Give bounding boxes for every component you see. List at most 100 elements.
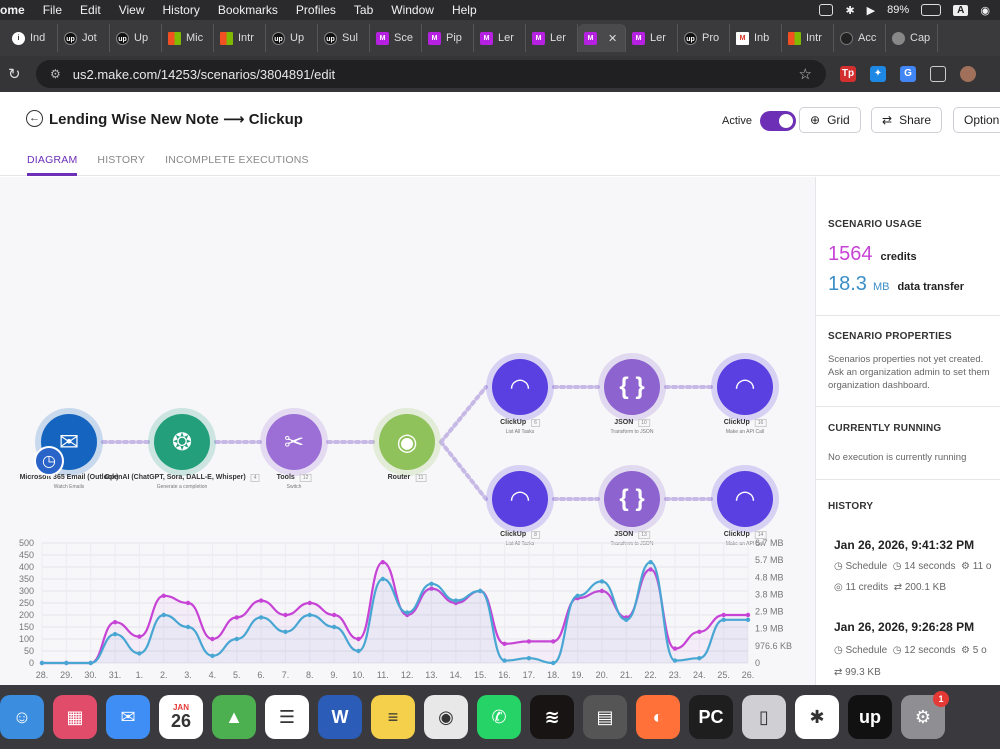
series-point[interactable]: [599, 579, 605, 584]
menu-profiles[interactable]: Profiles: [287, 3, 345, 17]
series-point[interactable]: [380, 576, 386, 582]
series-point[interactable]: [551, 660, 556, 666]
series-point[interactable]: [404, 610, 410, 615]
dock-pycharm-icon[interactable]: PC: [689, 695, 733, 739]
profile-avatar[interactable]: [960, 66, 976, 82]
module-json[interactable]: { }: [604, 471, 660, 527]
browser-tab[interactable]: Intr: [214, 24, 266, 52]
browser-tab[interactable]: M Ler: [626, 24, 678, 52]
app-name[interactable]: ome: [0, 3, 34, 17]
browser-tab[interactable]: Cap: [886, 24, 938, 52]
series-point[interactable]: [331, 624, 337, 630]
module-clickup[interactable]: ◠: [492, 471, 548, 527]
back-arrow-icon[interactable]: ←: [26, 110, 43, 127]
dock-spotify-icon[interactable]: ≋: [530, 695, 574, 739]
dock-reminders-icon[interactable]: ☰: [265, 695, 309, 739]
dock-calendar-icon[interactable]: JAN 26: [159, 695, 203, 739]
series-point[interactable]: [112, 632, 118, 637]
browser-tab[interactable]: up Jot: [58, 24, 110, 52]
extensions-puzzle-icon[interactable]: [930, 66, 946, 82]
series-point[interactable]: [453, 598, 459, 603]
dock-notes-icon[interactable]: ≡: [371, 695, 415, 739]
module-openai[interactable]: ❂: [154, 414, 210, 470]
extension-tp-icon[interactable]: Tp: [840, 66, 856, 82]
menu-tab[interactable]: Tab: [345, 3, 382, 17]
bluetooth-icon[interactable]: ✱: [845, 4, 854, 17]
series-point[interactable]: [258, 615, 264, 620]
browser-tab[interactable]: M Inb: [730, 24, 782, 52]
menu-help[interactable]: Help: [443, 3, 486, 17]
menu-edit[interactable]: Edit: [71, 3, 110, 17]
series-point[interactable]: [234, 636, 239, 642]
browser-tab[interactable]: M Pip: [422, 24, 474, 52]
browser-tab[interactable]: Mic: [162, 24, 214, 52]
close-tab-icon[interactable]: ✕: [608, 32, 617, 45]
tab-history[interactable]: HISTORY: [97, 154, 145, 176]
dock-upwork-icon[interactable]: up: [848, 695, 892, 739]
dock-firefox-icon[interactable]: ◐: [636, 695, 680, 739]
series-point[interactable]: [575, 593, 580, 598]
dock-mail-icon[interactable]: ✉: [106, 695, 150, 739]
series-point[interactable]: [356, 636, 361, 642]
browser-tab[interactable]: up Pro: [678, 24, 730, 52]
menu-bookmarks[interactable]: Bookmarks: [209, 3, 287, 17]
history-date[interactable]: Jan 26, 2026, 9:26:28 PM: [834, 620, 974, 634]
series-point[interactable]: [745, 617, 751, 622]
series-point[interactable]: [721, 612, 726, 618]
series-point[interactable]: [112, 620, 118, 625]
series-point[interactable]: [161, 593, 166, 598]
browser-tab[interactable]: up Up: [110, 24, 162, 52]
module-clickup[interactable]: ◠: [492, 359, 548, 415]
browser-tab[interactable]: i Ind: [6, 24, 58, 52]
dock-system-settings-icon[interactable]: ⚙ 1: [901, 691, 949, 739]
browser-tab[interactable]: Intr: [782, 24, 834, 52]
series-point[interactable]: [283, 612, 288, 618]
grid-button[interactable]: ⊕ Grid: [799, 107, 861, 133]
tab-diagram[interactable]: DIAGRAM: [27, 154, 78, 176]
scenario-title[interactable]: Lending Wise New Note ⟶ Clickup: [49, 110, 303, 128]
series-point[interactable]: [672, 646, 678, 651]
browser-tab[interactable]: up Sul: [318, 24, 370, 52]
dock-finder-icon[interactable]: ☺: [0, 695, 44, 739]
series-point[interactable]: [697, 656, 702, 661]
series-point[interactable]: [210, 653, 215, 658]
reload-icon[interactable]: ↻: [8, 65, 28, 83]
browser-tab[interactable]: M ✕: [578, 24, 626, 52]
series-point[interactable]: [64, 660, 69, 666]
battery-icon[interactable]: [921, 4, 942, 16]
dock-launchpad-icon[interactable]: ▦: [53, 695, 97, 739]
module-connection[interactable]: [439, 385, 488, 444]
module-clickup[interactable]: ◠: [717, 471, 773, 527]
module-json[interactable]: { }: [604, 359, 660, 415]
series-point[interactable]: [429, 581, 434, 586]
series-point[interactable]: [283, 629, 288, 634]
series-point[interactable]: [672, 658, 678, 663]
series-point[interactable]: [526, 639, 532, 644]
dock-whatsapp-icon[interactable]: ✆: [477, 695, 521, 739]
series-point[interactable]: [234, 615, 239, 620]
schedule-clock-icon[interactable]: ◷: [34, 446, 64, 476]
series-point[interactable]: [551, 639, 556, 644]
series-point[interactable]: [185, 624, 191, 630]
series-point[interactable]: [380, 560, 386, 565]
series-point[interactable]: [137, 634, 142, 639]
address-bar[interactable]: ⚙ us2.make.com/14253/scenarios/3804891/e…: [36, 60, 826, 88]
series-point[interactable]: [478, 588, 483, 594]
module-router[interactable]: ◉: [379, 414, 435, 470]
share-button[interactable]: ⇄ Share: [871, 107, 943, 133]
series-point[interactable]: [88, 660, 93, 666]
module-clickup[interactable]: ◠: [717, 359, 773, 415]
dock-calculator-icon[interactable]: ▤: [583, 695, 627, 739]
series-point[interactable]: [502, 658, 507, 663]
input-source-icon[interactable]: A: [953, 4, 969, 16]
series-point[interactable]: [185, 600, 191, 606]
browser-tab[interactable]: M Ler: [474, 24, 526, 52]
module-tools[interactable]: ✂: [266, 414, 322, 470]
menu-view[interactable]: View: [110, 3, 154, 17]
menu-window[interactable]: Window: [382, 3, 443, 17]
browser-tab[interactable]: M Sce: [370, 24, 422, 52]
options-button[interactable]: Option: [953, 107, 1000, 133]
translate-icon[interactable]: G: [900, 66, 916, 82]
active-toggle[interactable]: [759, 111, 796, 131]
browser-tab[interactable]: M Ler: [526, 24, 578, 52]
